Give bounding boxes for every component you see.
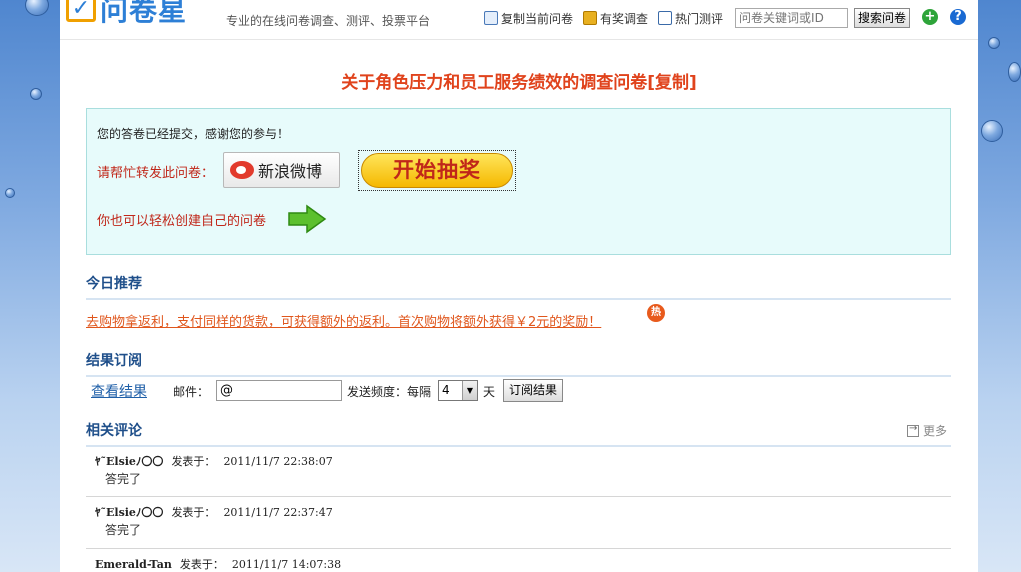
page-container: ✓ 问卷星 专业的在线问卷调查、测评、投票平台 复制当前问卷 有奖调查 热门测评… bbox=[60, 0, 978, 572]
comment-text: 答完了 bbox=[105, 523, 142, 537]
comment-text: 答完了 bbox=[105, 472, 142, 486]
page-title: 关于角色压力和员工服务绩效的调查问卷[复制] bbox=[341, 73, 697, 93]
site-logo[interactable]: ✓ 问卷星 bbox=[66, 0, 188, 27]
comment-item: Emerald-Tan 发表于： 2011/11/7 14:07:38 bbox=[86, 556, 951, 572]
copy-survey-label: 复制当前问卷 bbox=[501, 11, 574, 26]
comment-header: Emerald-Tan 发表于： 2011/11/7 14:07:38 bbox=[95, 556, 341, 572]
copy-icon bbox=[484, 11, 498, 25]
comment-header: ﾔ˜Elsieﾉ〇〇 发表于： 2011/11/7 22:38:07 bbox=[95, 453, 333, 469]
create-survey-link[interactable]: 你也可以轻松创建自己的问卷 bbox=[97, 210, 266, 229]
weibo-label: 新浪微博 bbox=[258, 162, 323, 181]
bubble-decoration bbox=[25, 0, 49, 16]
more-arrow-icon bbox=[907, 423, 919, 437]
subscribe-results-button[interactable]: 订阅结果 bbox=[503, 379, 564, 402]
gift-icon bbox=[583, 11, 598, 25]
hot-badge-icon: 热 bbox=[647, 304, 665, 322]
comment-time: 2011/11/7 22:38:07 bbox=[223, 455, 333, 468]
list-icon bbox=[658, 11, 673, 25]
bubble-decoration bbox=[981, 120, 1003, 142]
copy-survey-link[interactable]: 复制当前问卷 bbox=[484, 10, 573, 27]
comment-item: ﾔ˜Elsieﾉ〇〇 发表于： 2011/11/7 22:38:07 答完了 bbox=[86, 453, 951, 497]
posted-label: 发表于： bbox=[171, 506, 216, 519]
section-title-recommend: 今日推荐 bbox=[86, 273, 951, 300]
more-comments-link[interactable]: 更多 bbox=[907, 422, 947, 439]
thank-you-box: 您的答卷已经提交，感谢您的参与！ 请帮忙转发此问卷： 新浪微博 开始抽奖 你也可… bbox=[86, 108, 951, 255]
search-survey-button[interactable]: 搜索问卷 bbox=[854, 8, 911, 28]
view-results-link[interactable]: 查看结果 bbox=[91, 381, 147, 401]
section-title-subscribe: 结果订阅 bbox=[86, 350, 951, 377]
frequency-value: 4 bbox=[442, 383, 450, 397]
frequency-select[interactable]: 4 ▼ bbox=[438, 380, 478, 401]
posted-label: 发表于： bbox=[179, 558, 224, 571]
comment-header: ﾔ˜Elsieﾉ〇〇 发表于： 2011/11/7 22:37:47 bbox=[95, 504, 333, 520]
bubble-decoration bbox=[1008, 62, 1021, 82]
start-lottery-button[interactable]: 开始抽奖 bbox=[358, 150, 516, 191]
prize-survey-link[interactable]: 有奖调查 bbox=[583, 10, 648, 27]
help-circle-icon[interactable]: ? bbox=[950, 9, 966, 25]
email-label: 邮件： bbox=[173, 385, 210, 399]
comment-time: 2011/11/7 22:37:47 bbox=[223, 506, 333, 519]
posted-label: 发表于： bbox=[171, 455, 216, 468]
dropdown-arrow-icon: ▼ bbox=[462, 381, 477, 400]
prize-survey-label: 有奖调查 bbox=[600, 11, 649, 26]
top-links: 复制当前问卷 有奖调查 热门测评 搜索问卷 bbox=[484, 8, 911, 28]
more-label: 更多 bbox=[923, 424, 948, 438]
bubble-decoration bbox=[5, 188, 15, 198]
site-slogan: 专业的在线问卷调查、测评、投票平台 bbox=[226, 14, 431, 28]
hot-test-link[interactable]: 热门测评 bbox=[658, 10, 723, 27]
logo-text: 问卷星 bbox=[100, 0, 188, 27]
bubble-decoration bbox=[988, 37, 1000, 49]
promo-link[interactable]: 去购物拿返利，支付同样的货款，可获得额外的返利。首次购物将额外获得￥2元的奖励！ bbox=[86, 311, 601, 330]
email-field[interactable]: @ bbox=[216, 380, 342, 401]
frequency-label: 发送频度：每隔 bbox=[347, 385, 432, 399]
comment-user: Emerald-Tan bbox=[95, 558, 172, 571]
logo-mark-icon: ✓ bbox=[66, 0, 96, 22]
lottery-label: 开始抽奖 bbox=[361, 153, 513, 188]
comment-time: 2011/11/7 14:07:38 bbox=[231, 558, 342, 571]
weibo-share-button[interactable]: 新浪微博 bbox=[223, 152, 340, 188]
section-title-comments: 相关评论 bbox=[86, 420, 951, 447]
plus-circle-icon[interactable]: + bbox=[922, 9, 938, 25]
submitted-message: 您的答卷已经提交，感谢您的参与！ bbox=[97, 127, 290, 141]
share-label: 请帮忙转发此问卷： bbox=[97, 166, 215, 181]
survey-search-input[interactable] bbox=[735, 8, 849, 28]
comment-user: ﾔ˜Elsieﾉ〇〇 bbox=[95, 506, 164, 519]
site-header: ✓ 问卷星 专业的在线问卷调查、测评、投票平台 复制当前问卷 有奖调查 热门测评… bbox=[60, 0, 978, 40]
hot-test-label: 热门测评 bbox=[675, 11, 724, 26]
day-label: 天 bbox=[483, 385, 496, 399]
green-arrow-icon[interactable] bbox=[287, 204, 327, 234]
comment-user: ﾔ˜Elsieﾉ〇〇 bbox=[95, 455, 164, 468]
weibo-icon bbox=[230, 161, 254, 179]
comment-item: ﾔ˜Elsieﾉ〇〇 发表于： 2011/11/7 22:37:47 答完了 bbox=[86, 504, 951, 549]
bubble-decoration bbox=[30, 88, 42, 100]
